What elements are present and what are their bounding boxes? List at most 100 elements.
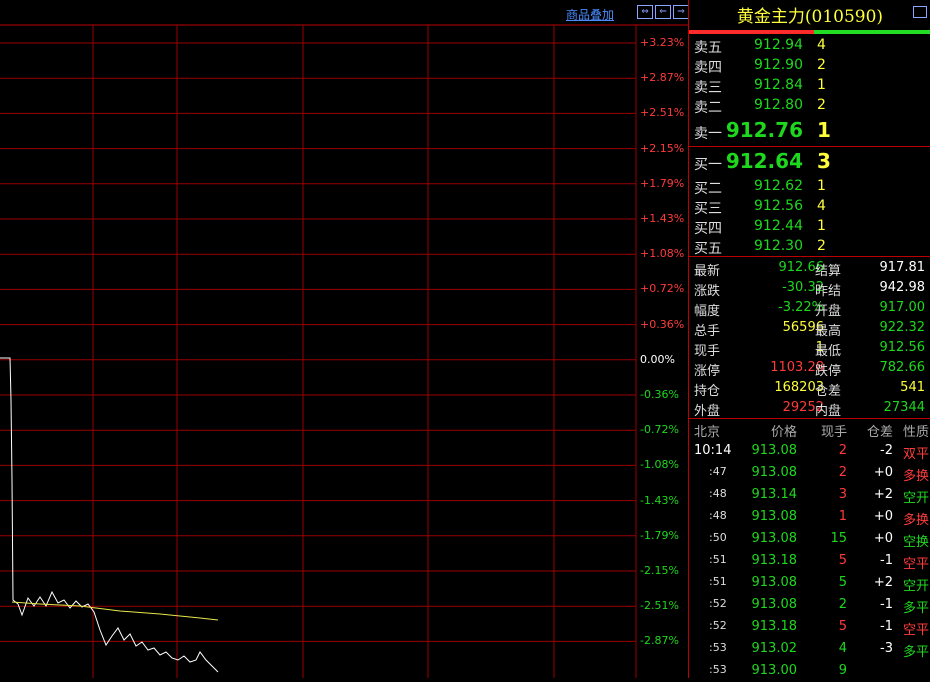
order-price: 912.80 [754,97,803,113]
maximize-icon[interactable] [913,6,927,18]
stats-divider [689,256,930,257]
trade-chg: +0 [873,465,893,480]
order-price: 912.62 [754,178,803,194]
order-price: 912.76 [725,118,803,142]
stat-label: 内盘 [815,404,842,419]
bid-ask-ratio-bar [689,30,930,34]
stat-label: 涨停 [694,364,721,379]
trade-row[interactable]: :51 913.18 5 -1 空平 [689,550,930,572]
trade-row[interactable]: 10:14 913.08 2 -2 双平 [689,440,930,462]
arrow-left-right-icon[interactable]: ⇔ [637,5,653,19]
trade-nature: 空开 [902,579,929,594]
order-volume: 1 [817,178,826,194]
order-volume: 2 [817,57,826,73]
intraday-chart[interactable]: 商品叠加 ⇔ ⇐ ⇒ +3.23% +2.87% +2.51% +2.15% +1.79… [0,0,689,678]
stat-row: 涨跌 -30.32 昨结 942.98 [689,278,930,299]
percent-tick-label: -2.87% [640,634,679,648]
percent-tick-label: -0.36% [640,388,679,401]
trade-time: :53 [709,641,727,654]
order-book-row[interactable]: 买一 912.64 3 [689,148,930,173]
stat-label: 跌停 [815,364,842,379]
order-volume: 2 [817,238,826,254]
stat-row: 最新 912.66 结算 917.81 [689,258,930,279]
order-book-row[interactable]: 卖四 912.90 2 [689,55,930,76]
trade-nature: 多换 [902,469,929,484]
stat-label: 外盘 [694,404,721,419]
trade-price: 913.08 [751,575,798,590]
order-book-row[interactable]: 买三 912.56 4 [689,196,930,217]
trade-time: :48 [709,509,727,522]
trade-price: 913.18 [751,619,798,634]
trade-time: :51 [709,553,727,566]
order-book-row[interactable]: 卖一 912.76 1 [689,117,930,142]
trade-vol: 2 [838,465,847,480]
trades-header-price: 价格 [770,425,797,440]
order-book-row[interactable]: 买四 912.44 1 [689,216,930,237]
average-price-line [11,601,219,621]
trade-chg: -2 [880,443,893,458]
order-volume: 4 [817,37,826,53]
stat-value: 917.00 [879,300,926,315]
percent-tick-label: +3.23% [640,36,685,49]
percent-tick-label: +2.87% [640,71,685,85]
trade-row[interactable]: :53 913.02 4 -3 多平 [689,638,930,660]
trades-header: 北京 价格 现手 仓差 性质 [689,418,930,440]
order-level-label: 买一 [694,157,722,173]
trades-header-chg: 仓差 [866,425,893,440]
order-level-label: 卖五 [694,40,722,56]
trade-vol: 5 [838,553,847,568]
order-book-row[interactable]: 卖二 912.80 2 [689,95,930,116]
trade-time: 10:14 [694,443,732,458]
instrument-title: 黄金主力(010590) [689,0,930,30]
trade-vol: 5 [838,575,847,590]
order-level-label: 买四 [694,221,722,237]
order-book-row[interactable]: 买五 912.30 2 [689,236,930,257]
trade-row[interactable]: :48 913.08 1 +0 多换 [689,506,930,528]
arrow-right-icon[interactable]: ⇒ [673,5,689,19]
stat-label: 最低 [815,344,842,359]
stat-value: 782.66 [879,360,926,375]
trade-price: 913.14 [751,487,798,502]
trade-price: 913.02 [751,641,798,656]
trade-vol: 9 [838,663,847,678]
trade-vol: 2 [838,597,847,612]
stat-value: 27344 [883,400,925,415]
order-book-row[interactable]: 卖三 912.84 1 [689,75,930,96]
trade-row[interactable]: :51 913.08 5 +2 空开 [689,572,930,594]
trade-row[interactable]: :48 913.14 3 +2 空开 [689,484,930,506]
stat-label: 总手 [694,324,721,339]
trade-time: :52 [709,597,727,610]
price-line [0,357,219,673]
trade-row[interactable]: :52 913.18 5 -1 空平 [689,616,930,638]
trade-row[interactable]: :53 913.00 9 [689,660,930,682]
stat-label: 开盘 [815,304,842,319]
stat-label: 仓差 [815,384,842,399]
arrow-left-icon[interactable]: ⇐ [655,5,671,19]
stat-label: 幅度 [694,304,721,319]
trade-price: 913.08 [751,597,798,612]
percent-tick-label: +0.72% [640,282,685,296]
order-level-label: 买三 [694,201,722,217]
order-price: 912.44 [754,218,803,234]
overlay-instrument-button[interactable]: 商品叠加 [566,6,614,23]
percent-tick-label: -2.51% [640,599,679,613]
trade-vol: 4 [838,641,847,656]
order-book-divider [689,146,930,147]
order-book-row[interactable]: 买二 912.62 1 [689,176,930,197]
percent-tick-label: +1.79% [640,176,685,190]
trade-chg: +0 [873,509,893,524]
percent-tick-label: +1.08% [640,247,685,261]
trade-chg: -1 [880,553,893,568]
trade-row[interactable]: :52 913.08 2 -1 多平 [689,594,930,616]
stat-label: 涨跌 [694,284,721,299]
trade-row[interactable]: :50 913.08 15 +0 空换 [689,528,930,550]
stat-label: 持仓 [694,384,721,399]
trade-row[interactable]: :47 913.08 2 +0 多换 [689,462,930,484]
stat-value: 917.81 [879,260,926,275]
stat-label: 现手 [694,344,721,359]
percent-tick-label: -1.08% [640,458,679,472]
order-level-label: 卖三 [694,80,722,96]
trade-price: 913.00 [751,663,798,678]
order-book-row[interactable]: 卖五 912.94 4 [689,35,930,56]
order-price: 912.56 [754,198,803,214]
